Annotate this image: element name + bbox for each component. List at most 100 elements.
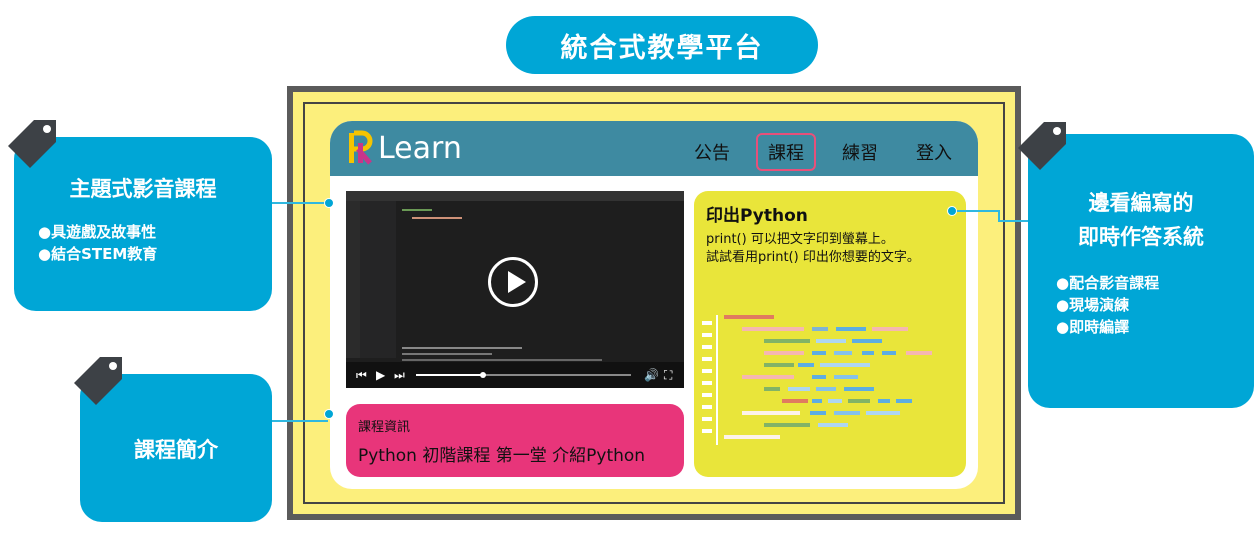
line-number [702, 369, 712, 373]
connector-practice-end [998, 220, 1030, 222]
code-token [844, 387, 874, 391]
editor-gutter-line [716, 315, 718, 445]
code-token [818, 423, 848, 427]
previous-icon[interactable]: ⏮ [356, 368, 367, 383]
progress-handle[interactable] [479, 372, 486, 378]
exercise-title: 印出Python [706, 206, 808, 226]
course-info-label: 課程資訊 [358, 420, 411, 435]
volume-icon[interactable]: 🔊 [644, 368, 659, 382]
main-nav: 公告 課程 練習 登入 [682, 133, 964, 171]
connector-dot [947, 206, 957, 216]
code-token [816, 339, 846, 343]
pr-logo-icon [346, 129, 376, 167]
exercise-description: print() 可以把文字印到螢幕上。 試試看用print() 印出你想要的文字… [706, 231, 920, 267]
platform-title: 統合式教學平台 [506, 16, 818, 74]
line-number [702, 381, 712, 385]
code-token [788, 387, 810, 391]
callout-bullet: ●結合STEM教育 [38, 245, 158, 263]
line-number [702, 405, 712, 409]
callout-bullet: ●配合影音課程 [1056, 274, 1160, 292]
code-editor-illustration[interactable] [702, 315, 958, 465]
code-token [724, 435, 780, 439]
connector-practice [956, 210, 1000, 212]
line-number [702, 321, 712, 325]
connector-dot [324, 198, 334, 208]
nav-practice[interactable]: 練習 [830, 133, 890, 171]
callout-title: 主題式影音課程 [69, 177, 217, 201]
connector-video [272, 202, 328, 204]
screen: Learn 公告 課程 練習 登入 ⏮ ▶ ⏭ 🔊 ⛶ 課程資訊 Python … [293, 92, 1015, 514]
callout-title-line: 邊看編寫的 [1088, 191, 1194, 215]
code-token [742, 411, 800, 415]
code-token [764, 339, 810, 343]
line-number [702, 333, 712, 337]
callout-bullet: ●現場演練 [1056, 296, 1130, 314]
code-token [742, 327, 804, 331]
exercise-panel: 印出Python print() 可以把文字印到螢幕上。 試試看用print()… [694, 191, 966, 477]
editor-file-list [360, 201, 396, 358]
code-token [798, 363, 814, 367]
code-token [812, 399, 822, 403]
callout-bullets: ●具遊戲及故事性 ●結合STEM教育 [38, 221, 272, 265]
video-player[interactable]: ⏮ ▶ ⏭ 🔊 ⛶ [346, 191, 684, 388]
line-number [702, 393, 712, 397]
callout-title: 課程簡介 [134, 438, 218, 462]
code-token [878, 399, 890, 403]
line-number [702, 357, 712, 361]
line-number [702, 417, 712, 421]
connector-dot [324, 409, 334, 419]
course-info-panel: 課程資訊 Python 初階課程 第一堂 介紹Python [346, 404, 684, 477]
monitor-frame: Learn 公告 課程 練習 登入 ⏮ ▶ ⏭ 🔊 ⛶ 課程資訊 Python … [287, 86, 1021, 520]
line-number [702, 345, 712, 349]
fullscreen-icon[interactable]: ⛶ [664, 368, 672, 383]
code-token [834, 411, 860, 415]
exercise-line: print() 可以把文字印到螢幕上。 [706, 232, 894, 247]
code-token [812, 327, 828, 331]
code-token [782, 399, 808, 403]
callout-title-line: 即時作答系統 [1078, 225, 1204, 249]
code-token [834, 375, 858, 379]
video-controls: ⏮ ▶ ⏭ 🔊 ⛶ [346, 362, 684, 388]
code-token [816, 387, 836, 391]
code-token [742, 375, 794, 379]
progress-fill [416, 374, 483, 376]
callout-bullet: ●具遊戲及故事性 [38, 223, 157, 241]
code-token [820, 363, 870, 367]
code-token [862, 351, 874, 355]
editor-titlebar [346, 191, 684, 201]
nav-announcements[interactable]: 公告 [682, 133, 742, 171]
nav-courses[interactable]: 課程 [756, 133, 816, 171]
tag-icon [8, 120, 56, 168]
callout-practice-system: 邊看編寫的 即時作答系統 ●配合影音課程 ●現場演練 ●即時編譯 [1028, 134, 1254, 408]
code-token [836, 327, 866, 331]
code-token [896, 399, 912, 403]
code-token [764, 387, 780, 391]
code-token [764, 363, 794, 367]
tag-icon [74, 357, 122, 405]
logo[interactable]: Learn [346, 129, 462, 167]
code-token [812, 351, 826, 355]
code-token [882, 351, 896, 355]
code-token [812, 375, 826, 379]
code-token [764, 423, 810, 427]
code-token [872, 327, 908, 331]
code-token [866, 411, 900, 415]
line-number [702, 429, 712, 433]
code-token [906, 351, 932, 355]
tag-icon [1018, 122, 1066, 170]
play-icon[interactable]: ▶ [376, 368, 385, 382]
code-token [724, 315, 774, 319]
navbar: Learn 公告 課程 練習 登入 [330, 121, 978, 176]
logo-text: Learn [378, 130, 462, 166]
connector-info [272, 420, 328, 422]
code-token [810, 411, 826, 415]
callout-title: 邊看編寫的 即時作答系統 [1028, 186, 1254, 254]
code-token [852, 339, 882, 343]
nav-login[interactable]: 登入 [904, 133, 964, 171]
callout-bullets: ●配合影音課程 ●現場演練 ●即時編譯 [1056, 272, 1254, 338]
next-icon[interactable]: ⏭ [394, 368, 405, 383]
play-button-icon[interactable] [488, 257, 538, 307]
callout-bullet: ●即時編譯 [1056, 318, 1130, 336]
learning-app: Learn 公告 課程 練習 登入 ⏮ ▶ ⏭ 🔊 ⛶ 課程資訊 Python … [330, 121, 978, 489]
video-progress-bar[interactable] [416, 372, 631, 378]
